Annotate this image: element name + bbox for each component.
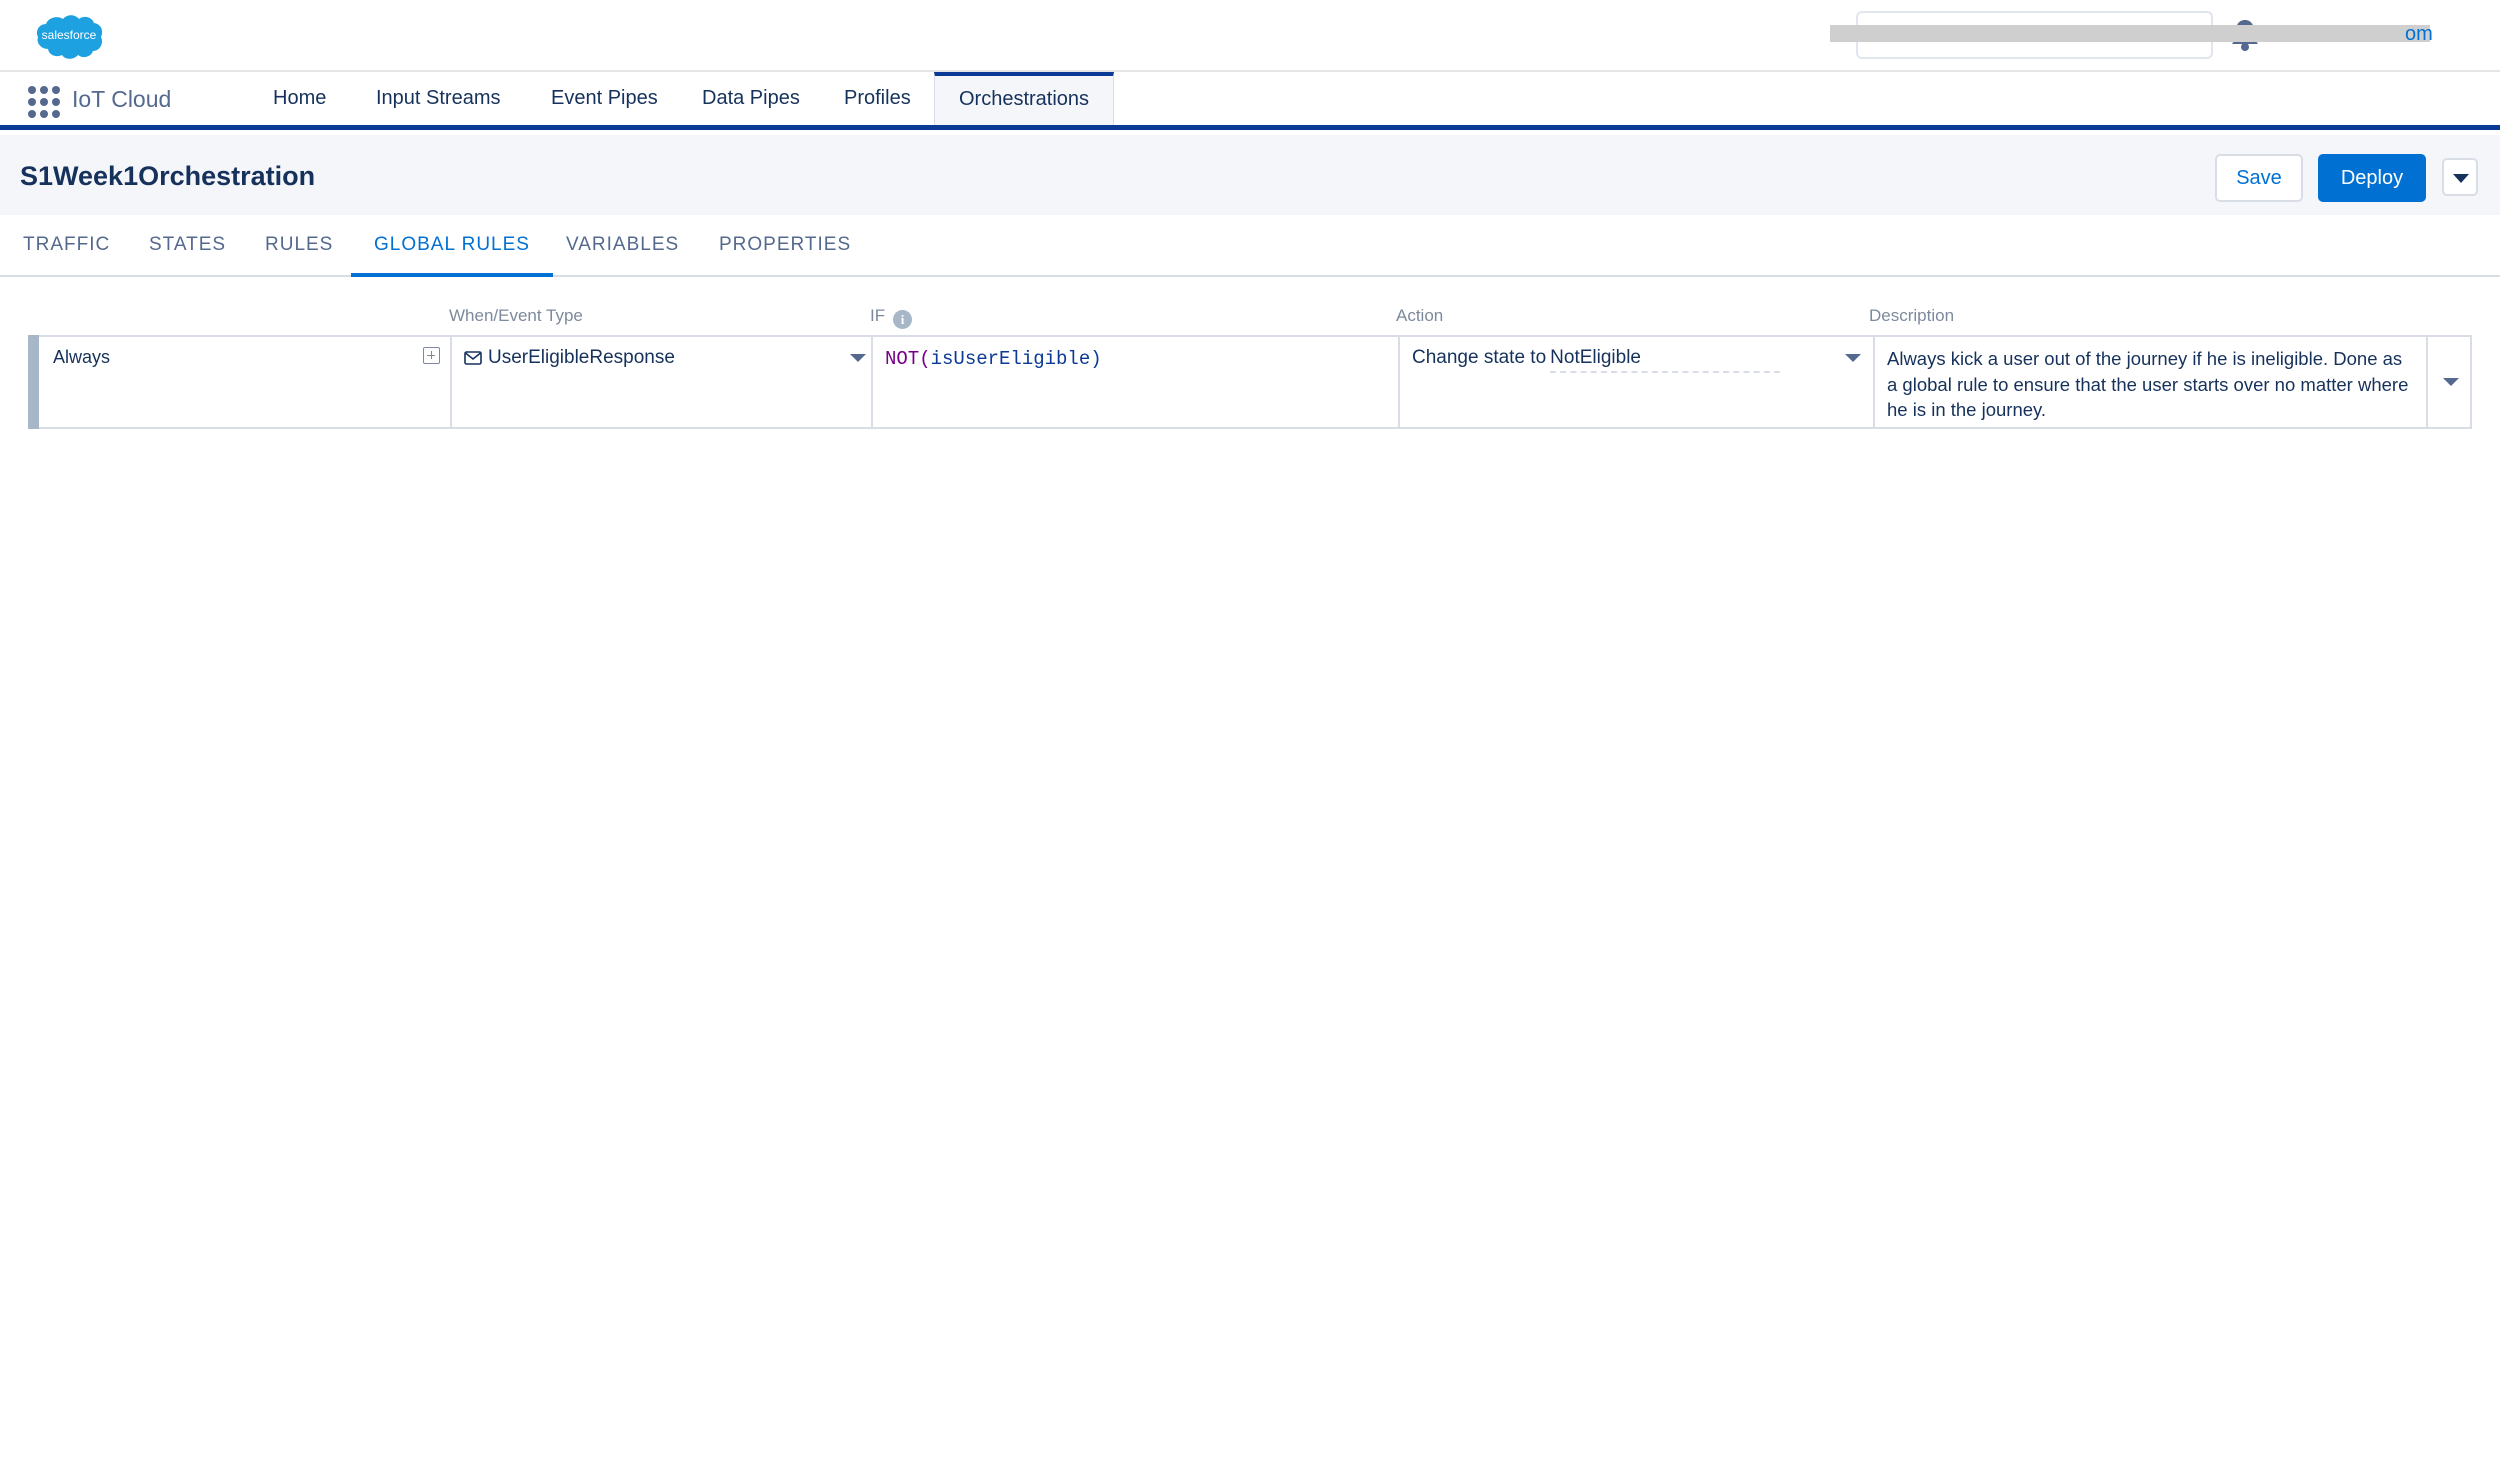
chevron-down-icon[interactable] xyxy=(2443,378,2459,386)
chevron-down-icon xyxy=(2453,174,2469,183)
condition-function: NOT( xyxy=(885,348,931,370)
orchestration-tabs: TRAFFIC STATES RULES GLOBAL RULES VARIAB… xyxy=(0,215,2500,277)
condition-variable: isUserEligible xyxy=(930,348,1091,370)
global-header: salesforce om xyxy=(0,0,2500,72)
page-title: S1Week1Orchestration xyxy=(20,161,316,191)
action-state-select[interactable]: NotEligible xyxy=(1550,347,1781,373)
description-text: Always kick a user out of the journey if… xyxy=(1887,348,2409,420)
column-header-action: Action xyxy=(1396,306,1444,325)
condition-cell[interactable]: NOT(isUserEligible) xyxy=(873,337,1400,427)
app-name: IoT Cloud xyxy=(72,86,172,112)
condition-close: ) xyxy=(1090,348,1102,370)
nav-item-orchestrations[interactable]: Orchestrations xyxy=(934,72,1115,125)
tab-variables[interactable]: VARIABLES xyxy=(543,215,702,275)
chevron-down-icon[interactable] xyxy=(850,354,866,362)
nav-item-home[interactable]: Home xyxy=(249,72,350,125)
event-type-value: UserEligibleResponse xyxy=(488,347,675,368)
tab-global-rules[interactable]: GLOBAL RULES xyxy=(351,215,553,277)
deploy-button[interactable]: Deploy xyxy=(2318,154,2426,202)
user-email-link[interactable]: om xyxy=(2405,23,2433,46)
when-cell[interactable]: Always xyxy=(41,337,452,427)
logo-text: salesforce xyxy=(41,28,97,42)
salesforce-logo[interactable]: salesforce xyxy=(34,12,104,60)
app-navigation: IoT Cloud Home Input Streams Event Pipes… xyxy=(0,72,2500,130)
column-header-when: When/Event Type xyxy=(449,306,583,325)
row-actions-menu[interactable] xyxy=(2428,337,2472,427)
more-actions-button[interactable] xyxy=(2442,158,2478,196)
tab-traffic[interactable]: TRAFFIC xyxy=(0,215,133,275)
event-type-cell[interactable]: UserEligibleResponse xyxy=(452,337,873,427)
row-drag-handle[interactable] xyxy=(28,335,39,429)
condition-expression[interactable]: NOT(isUserEligible) xyxy=(885,348,1102,370)
page-header: S1Week1Orchestration Save Deploy xyxy=(0,135,2500,215)
when-value: Always xyxy=(53,347,111,367)
column-header-description: Description xyxy=(1869,306,1955,325)
tab-properties[interactable]: PROPERTIES xyxy=(696,215,874,275)
tab-rules[interactable]: RULES xyxy=(242,215,356,275)
action-text: Change state to NotEligible xyxy=(1412,347,1781,373)
save-button[interactable]: Save xyxy=(2215,154,2303,202)
info-icon[interactable]: i xyxy=(893,310,913,329)
column-header-if: IF i xyxy=(870,306,913,329)
chevron-down-icon[interactable] xyxy=(1845,354,1861,362)
nav-item-profiles[interactable]: Profiles xyxy=(820,72,935,125)
nav-item-input-streams[interactable]: Input Streams xyxy=(352,72,525,125)
tab-states[interactable]: STATES xyxy=(126,215,249,275)
app-launcher-icon[interactable] xyxy=(28,86,60,118)
nav-item-event-pipes[interactable]: Event Pipes xyxy=(527,72,682,125)
description-cell[interactable]: Always kick a user out of the journey if… xyxy=(1875,337,2428,427)
action-cell[interactable]: Change state to NotEligible xyxy=(1400,337,1875,427)
envelope-icon xyxy=(464,351,482,365)
nav-item-data-pipes[interactable]: Data Pipes xyxy=(678,72,824,125)
redacted-user-info xyxy=(1830,25,2430,42)
expand-icon[interactable] xyxy=(423,347,440,364)
action-prefix: Change state to xyxy=(1412,347,1547,368)
table-row: Always UserEligibleResponse NOT(isUserEl… xyxy=(28,335,2472,429)
column-header-if-label: IF xyxy=(870,306,886,325)
